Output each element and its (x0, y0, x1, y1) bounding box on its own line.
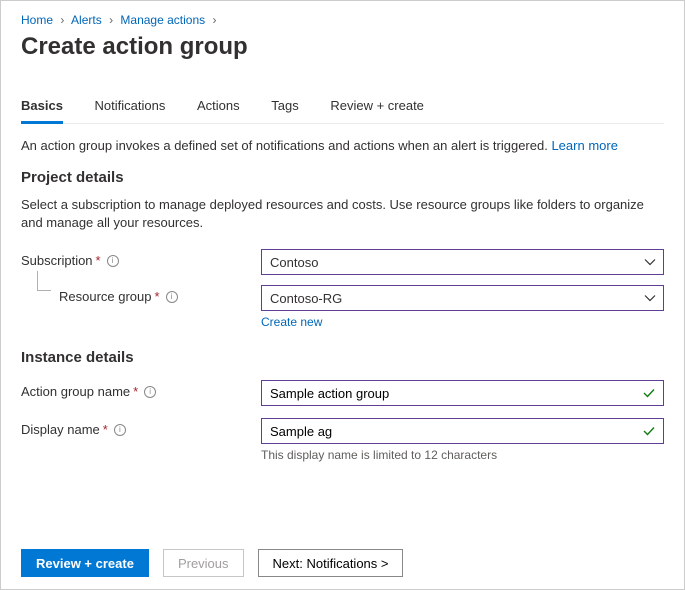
action-group-name-input[interactable] (261, 380, 664, 406)
breadcrumb-home[interactable]: Home (21, 13, 53, 27)
display-name-label: Display name * i (21, 418, 261, 437)
tab-tags[interactable]: Tags (271, 92, 298, 124)
info-icon[interactable]: i (144, 386, 156, 398)
breadcrumb-manage-actions[interactable]: Manage actions (120, 13, 205, 27)
action-group-name-label: Action group name * i (21, 380, 261, 399)
intro-description: An action group invokes a defined set of… (21, 138, 548, 153)
resource-group-select[interactable]: Contoso-RG (261, 285, 664, 311)
create-new-link[interactable]: Create new (261, 315, 664, 329)
display-name-input[interactable] (261, 418, 664, 444)
required-indicator: * (133, 384, 138, 399)
tabs: Basics Notifications Actions Tags Review… (21, 91, 664, 124)
breadcrumb-alerts[interactable]: Alerts (71, 13, 102, 27)
chevron-right-icon: › (60, 13, 64, 27)
review-create-button[interactable]: Review + create (21, 549, 149, 577)
tab-basics[interactable]: Basics (21, 92, 63, 124)
tab-review-create[interactable]: Review + create (330, 92, 424, 124)
chevron-right-icon: › (109, 13, 113, 27)
next-button[interactable]: Next: Notifications > (258, 549, 404, 577)
page-title: Create action group (21, 33, 664, 61)
tab-actions[interactable]: Actions (197, 92, 240, 124)
project-details-desc: Select a subscription to manage deployed… (21, 196, 664, 231)
resource-group-value: Contoso-RG (270, 291, 342, 306)
chevron-right-icon: › (212, 13, 216, 27)
display-name-hint: This display name is limited to 12 chara… (261, 448, 664, 462)
subscription-select[interactable]: Contoso (261, 249, 664, 275)
info-icon[interactable]: i (166, 291, 178, 303)
display-name-label-text: Display name (21, 422, 100, 437)
breadcrumb: Home › Alerts › Manage actions › (21, 13, 664, 27)
intro-text: An action group invokes a defined set of… (21, 138, 664, 153)
info-icon[interactable]: i (107, 255, 119, 267)
required-indicator: * (96, 253, 101, 268)
subscription-label-text: Subscription (21, 253, 93, 268)
learn-more-link[interactable]: Learn more (551, 138, 617, 153)
subscription-label: Subscription * i (21, 249, 261, 268)
resource-group-label-text: Resource group (59, 289, 152, 304)
project-details-heading: Project details (21, 169, 664, 186)
required-indicator: * (155, 289, 160, 304)
info-icon[interactable]: i (114, 424, 126, 436)
footer: Review + create Previous Next: Notificat… (1, 537, 684, 589)
required-indicator: * (103, 422, 108, 437)
tree-connector-icon (37, 271, 51, 291)
tab-notifications[interactable]: Notifications (95, 92, 166, 124)
resource-group-label: Resource group * i (21, 285, 261, 304)
previous-button: Previous (163, 549, 244, 577)
instance-details-heading: Instance details (21, 349, 664, 366)
subscription-value: Contoso (270, 255, 318, 270)
action-group-name-label-text: Action group name (21, 384, 130, 399)
